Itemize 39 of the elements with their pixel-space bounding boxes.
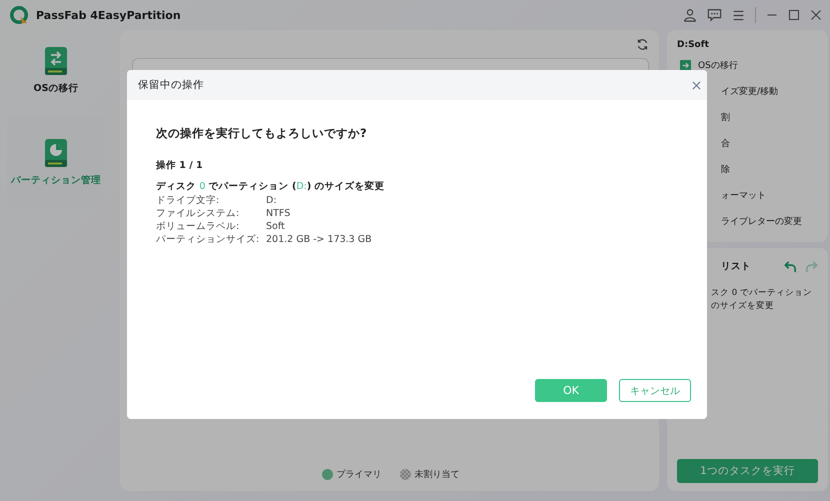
legend-label: 未割り当て [414, 468, 460, 481]
confirm-question: 次の操作を実行してもよろしいですか? [156, 126, 368, 141]
action-item[interactable]: ライブレターの変更 [721, 214, 802, 228]
operation-title: ディスク 0 でパーティション (D:) のサイズを変更 [156, 180, 386, 194]
drive-icon [44, 138, 68, 168]
dialog-title: 保留中の操作 [138, 78, 204, 92]
primary-swatch [322, 469, 332, 480]
maximize-icon[interactable] [788, 9, 800, 21]
action-item[interactable]: イズ変更/移動 [721, 84, 778, 98]
action-item[interactable]: 割 [721, 110, 730, 124]
partition-name: D:Soft [677, 40, 710, 50]
legend-label: プライマリ [336, 468, 382, 481]
operation-counter: 操作 1 / 1 [156, 159, 204, 172]
unallocated-swatch [400, 469, 410, 480]
app-title: PassFab 4EasyPartition [36, 8, 181, 22]
drive-icon [44, 46, 68, 76]
refresh-icon[interactable] [636, 38, 649, 50]
user-icon[interactable] [683, 8, 697, 22]
undo-icon[interactable] [784, 260, 797, 273]
detail-value: NTFS [266, 207, 290, 220]
action-item[interactable]: 除 [721, 162, 730, 176]
sidebar-item[interactable]: OSの移行 [7, 38, 105, 102]
action-item[interactable]: 合 [721, 136, 730, 150]
detail-label: ファイルシステム: [156, 207, 240, 220]
task-list-title: リスト [720, 260, 751, 273]
menu-icon[interactable] [732, 8, 745, 22]
action-item[interactable]: ォーマット [721, 188, 766, 202]
app-logo-icon [10, 6, 28, 24]
detail-label: ボリュームラベル: [156, 220, 240, 233]
detail-label: ドライブ文字: [156, 194, 220, 207]
detail-value: Soft [266, 220, 285, 233]
task-description: スク 0 でパーティション のサイズを変更 [710, 287, 813, 312]
detail-label: パーティションサイズ: [156, 233, 256, 246]
detail-value: D: [266, 194, 277, 207]
close-icon[interactable] [810, 9, 822, 21]
action-item[interactable]: OSの移行 [698, 58, 738, 72]
close-icon[interactable] [692, 80, 701, 90]
detail-value: 201.2 GB -> 173.3 GB [266, 233, 372, 246]
feedback-icon[interactable] [707, 8, 722, 22]
